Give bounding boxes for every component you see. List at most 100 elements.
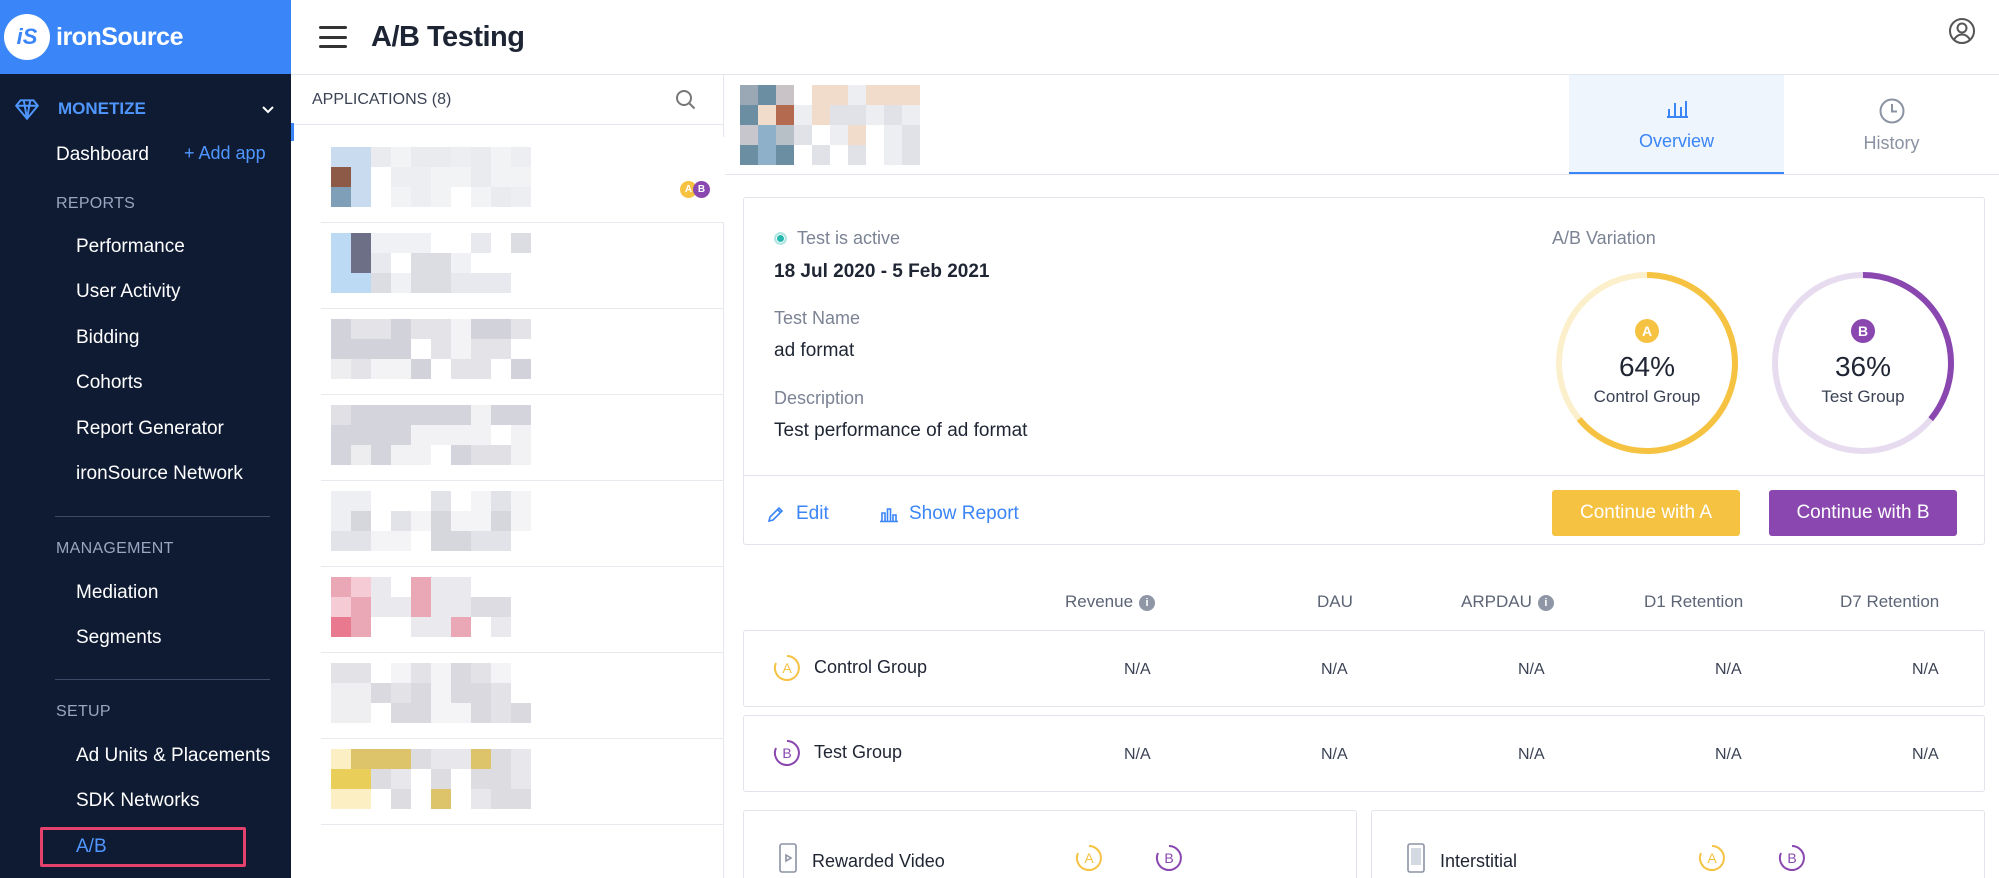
sidebar-item-report-generator[interactable]: Report Generator xyxy=(76,418,224,440)
edit-button[interactable]: Edit xyxy=(766,503,829,525)
svg-text:A: A xyxy=(1084,850,1094,866)
metric-value: N/A xyxy=(1124,746,1151,763)
sidebar-divider xyxy=(55,516,270,517)
sidebar-item-performance[interactable]: Performance xyxy=(76,236,185,258)
monetize-label: MONETIZE xyxy=(58,99,146,118)
reports-section-label: REPORTS xyxy=(56,195,136,212)
sidebar-item-cohorts[interactable]: Cohorts xyxy=(76,372,143,394)
setup-section-label: SETUP xyxy=(56,703,111,720)
application-icon-blurred xyxy=(331,577,531,637)
application-list-item[interactable] xyxy=(321,223,724,309)
group-a-percent: 64% xyxy=(1618,351,1676,382)
application-list-item[interactable] xyxy=(321,309,724,395)
user-account-icon[interactable] xyxy=(1947,16,1977,46)
edit-label: Edit xyxy=(796,503,829,524)
group-a-icon: A xyxy=(1075,845,1102,871)
sidebar-item-user-activity[interactable]: User Activity xyxy=(76,281,181,303)
application-icon-blurred xyxy=(331,749,531,809)
metric-value: N/A xyxy=(1518,746,1545,763)
metric-value: N/A xyxy=(1321,661,1348,678)
metric-value: N/A xyxy=(1124,661,1151,678)
tab-history-label: History xyxy=(1863,132,1920,153)
group-a-icon: A xyxy=(773,655,800,681)
group-b-name: Test Group xyxy=(1821,387,1905,406)
card-divider xyxy=(744,475,1984,476)
applications-title: APPLICATIONS (8) xyxy=(312,90,452,108)
ab-variation-label: A/B Variation xyxy=(1552,228,1656,248)
info-icon[interactable]: i xyxy=(1537,595,1554,611)
sidebar-item-ad-units-placements[interactable]: Ad Units & Placements xyxy=(76,745,270,767)
sidebar-item-ironsource-network[interactable]: ironSource Network xyxy=(76,463,243,485)
test-group-label: Test Group xyxy=(814,742,903,762)
svg-text:B: B xyxy=(1164,850,1173,866)
applications-header: APPLICATIONS (8) xyxy=(291,75,723,125)
sidebar-divider xyxy=(55,679,270,680)
active-status-dot xyxy=(774,232,787,245)
sidebar-item-bidding[interactable]: Bidding xyxy=(76,327,139,349)
hamburger-menu-icon[interactable] xyxy=(319,26,347,48)
page-title: A/B Testing xyxy=(371,20,525,53)
description-value: Test performance of ad format xyxy=(774,420,1028,441)
application-icon-blurred xyxy=(331,147,531,207)
header-divider xyxy=(725,174,1999,175)
test-name-label: Test Name xyxy=(774,308,861,328)
sidebar-item-sdk-networks[interactable]: SDK Networks xyxy=(76,790,200,812)
application-list-item[interactable] xyxy=(321,395,724,481)
search-icon[interactable] xyxy=(675,89,697,111)
test-summary-card: Test is active 18 Jul 2020 - 5 Feb 2021 … xyxy=(743,197,1985,545)
group-b-badge: B xyxy=(1851,319,1875,343)
test-status-text: Test is active xyxy=(797,228,901,248)
group-a-name: Control Group xyxy=(1593,387,1701,406)
application-list-item[interactable] xyxy=(321,567,724,653)
monetize-section-toggle[interactable]: MONETIZE xyxy=(14,96,276,122)
ab-test-indicator: AB xyxy=(680,181,710,198)
sidebar-item-ab[interactable]: A/B xyxy=(76,836,107,858)
metric-row-test-group: B Test Group N/A N/A N/A N/A N/A xyxy=(743,715,1985,792)
diamond-icon xyxy=(14,99,40,121)
test-status: Test is active xyxy=(774,228,900,249)
continue-with-a-button[interactable]: Continue with A xyxy=(1552,490,1740,536)
ad-unit-card-interstitial: Interstitial A B xyxy=(1371,810,1985,878)
group-b-ring: B 36% Test Group xyxy=(1768,268,1958,458)
ab-highlight-box xyxy=(40,827,246,867)
tab-overview[interactable]: Overview xyxy=(1569,75,1784,175)
svg-text:A: A xyxy=(1707,850,1717,866)
view-tabs: Overview History xyxy=(1569,75,1999,175)
management-section-label: MANAGEMENT xyxy=(56,540,174,557)
sidebar: iS ironSource MONETIZE Dashboard + Add a… xyxy=(0,0,291,878)
clock-icon xyxy=(1879,98,1904,123)
ad-unit-name: Interstitial xyxy=(1440,851,1518,871)
metric-header-revenue: Revenue i xyxy=(1065,592,1156,612)
show-report-button[interactable]: Show Report xyxy=(879,503,1019,525)
main-content: Overview History Test is active 18 Jul 2… xyxy=(725,75,1999,878)
add-app-link[interactable]: + Add app xyxy=(184,143,266,164)
application-icon-blurred xyxy=(331,491,531,551)
application-list-item[interactable] xyxy=(321,739,724,825)
brand-header[interactable]: iS ironSource xyxy=(0,0,291,74)
application-list-item[interactable] xyxy=(321,481,724,567)
application-icon-blurred xyxy=(331,405,531,465)
info-icon[interactable]: i xyxy=(1139,595,1156,611)
description-label: Description xyxy=(774,388,865,408)
sidebar-item-dashboard[interactable]: Dashboard xyxy=(56,144,149,166)
sidebar-item-segments[interactable]: Segments xyxy=(76,627,162,649)
selected-indicator xyxy=(291,123,294,141)
application-list-item[interactable]: AB xyxy=(321,137,724,223)
continue-with-b-button[interactable]: Continue with B xyxy=(1769,490,1957,536)
sidebar-item-mediation[interactable]: Mediation xyxy=(76,582,158,604)
applications-panel: APPLICATIONS (8) AB xyxy=(291,75,724,878)
metric-header-arpdau: ARPDAU i xyxy=(1461,592,1554,612)
tab-history[interactable]: History xyxy=(1784,75,1999,175)
pencil-icon xyxy=(767,506,784,523)
metric-value: N/A xyxy=(1321,746,1348,763)
application-list-item[interactable] xyxy=(321,653,724,739)
top-bar: A/B Testing xyxy=(291,0,1999,75)
selected-app-icon-blurred xyxy=(740,85,920,165)
ad-unit-name: Rewarded Video xyxy=(812,851,945,871)
phone-icon xyxy=(1407,843,1425,873)
metric-header-d1-retention: D1 Retention xyxy=(1644,592,1744,611)
svg-text:A: A xyxy=(782,660,792,676)
metric-value: N/A xyxy=(1715,746,1742,763)
svg-text:B: B xyxy=(1787,850,1796,866)
phone-icon xyxy=(779,843,797,873)
